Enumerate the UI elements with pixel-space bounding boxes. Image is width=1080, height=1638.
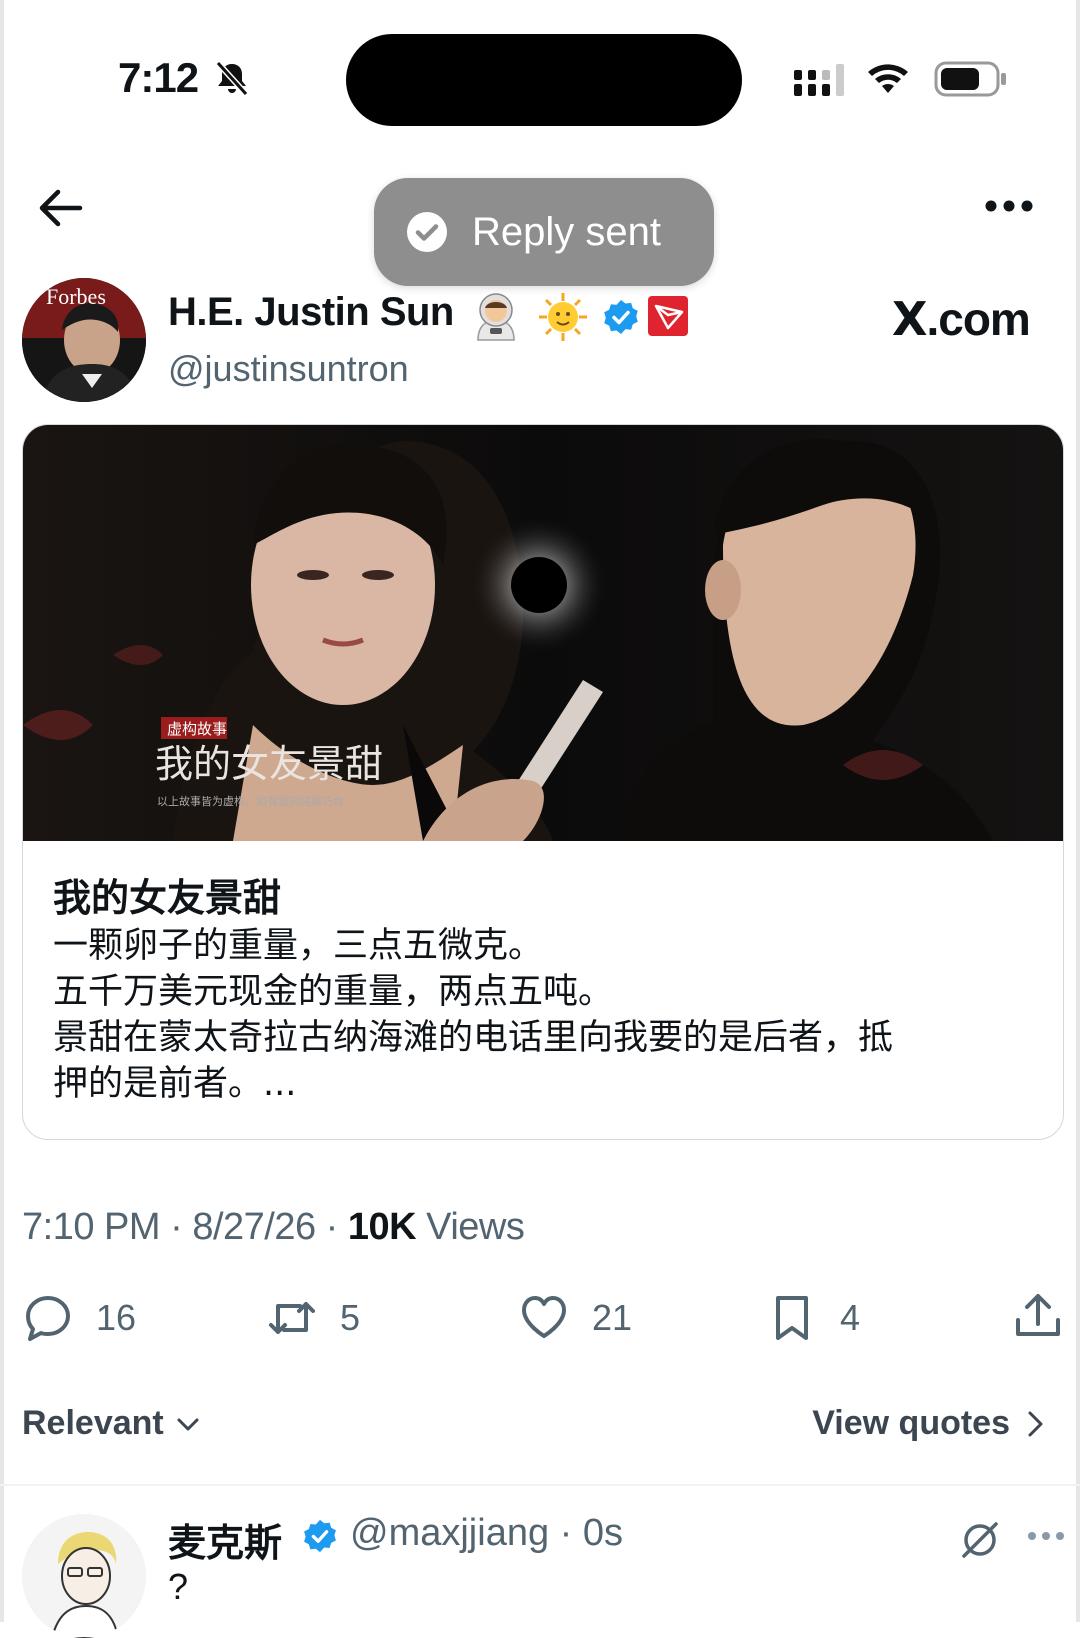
verified-badge-icon (604, 300, 638, 334)
reply-text: ? (168, 1566, 189, 1607)
heart-icon (522, 1296, 566, 1338)
tron-logo-icon (648, 296, 688, 336)
views-count[interactable]: 10K (348, 1206, 417, 1248)
post-date[interactable]: 8/27/26 (192, 1206, 316, 1248)
author-display-name[interactable]: H.E. Justin Sun (168, 290, 454, 335)
view-quotes-link[interactable]: View quotes (812, 1404, 1048, 1443)
verified-badge-icon (304, 1519, 336, 1553)
poster-tag: 虚构故事 (167, 720, 227, 738)
avatar-text: Forbes (46, 284, 106, 309)
card-body-line: 押的是前者。... (53, 1064, 297, 1104)
bell-slash-icon (215, 60, 249, 97)
card-title: 我的女友景甜 (53, 876, 282, 920)
author-handle[interactable]: @justinsuntron (168, 348, 409, 390)
repost-count: 5 (340, 1297, 361, 1338)
card-body: 一颗卵子的重量，三点五微克。 五千万美元现金的重量，两点五吨。 景甜在蒙太奇拉古… (53, 923, 1043, 1107)
link-preview-card[interactable]: 虚构故事 我的女友景甜 以上故事皆为虚构，如有雷同纯属巧合 我的女友景甜 一颗卵… (22, 424, 1064, 1140)
sun-emoji-icon (539, 293, 587, 341)
xcom-watermark: X.com (892, 292, 1031, 346)
author-avatar[interactable]: Forbes (22, 278, 146, 402)
card-image: 虚构故事 我的女友景甜 以上故事皆为虚构，如有雷同纯属巧合 (23, 425, 1063, 841)
reply-sort-dropdown[interactable]: Relevant (22, 1404, 202, 1443)
astronaut-emoji-icon (477, 293, 515, 341)
reply-count: 16 (96, 1297, 137, 1338)
reply-handle[interactable]: @maxjjiang (350, 1512, 549, 1554)
grok-icon[interactable] (958, 1518, 1002, 1562)
status-time: 7:12 (118, 54, 199, 101)
meta-separator: · (160, 1206, 193, 1248)
dynamic-island (346, 34, 742, 126)
post-meta: 7:10 PM · 8/27/26 · 10K Views (22, 1206, 525, 1249)
watermark-x: X (892, 292, 927, 346)
reply-display-name[interactable]: 麦克斯 (168, 1512, 282, 1567)
toast-text: Reply sent (472, 209, 661, 254)
card-body-line: 一颗卵子的重量，三点五微克。 (53, 926, 544, 966)
reply-icon (26, 1296, 70, 1341)
bookmark-button[interactable]: 4 (766, 1290, 860, 1346)
repost-icon (269, 1302, 315, 1334)
card-body-line: 五千万美元现金的重量，两点五吨。 (53, 972, 614, 1012)
card-body-line: 景甜在蒙太奇拉古纳海滩的电话里向我要的是后者，抵 (53, 1018, 894, 1058)
like-count: 21 (592, 1297, 633, 1338)
post-time[interactable]: 7:10 PM (22, 1206, 161, 1248)
reply-avatar-image (22, 1514, 146, 1638)
reply-separator: · (549, 1512, 583, 1554)
chevron-down-icon (177, 1418, 199, 1430)
back-arrow-icon[interactable] (36, 186, 84, 230)
reply-sent-toast: Reply sent (374, 178, 714, 286)
like-button[interactable]: 21 (518, 1290, 632, 1346)
chevron-right-icon (1028, 1411, 1043, 1436)
watermark-suffix: .com (926, 293, 1030, 345)
more-options-icon[interactable] (1026, 1528, 1066, 1544)
sort-label: Relevant (22, 1404, 164, 1442)
views-label: Views (426, 1206, 525, 1248)
more-options-icon[interactable] (984, 196, 1034, 216)
poster-disclaimer: 以上故事皆为虚构，如有雷同纯属巧合 (157, 794, 344, 808)
avatar-image: Forbes (22, 278, 146, 402)
bookmark-icon (776, 1296, 808, 1340)
repost-button[interactable]: 5 (266, 1290, 360, 1346)
frame-edge-left (0, 0, 4, 1622)
poster-title: 我的女友景甜 (155, 742, 383, 786)
reply-button[interactable]: 16 (22, 1290, 136, 1346)
reply-time[interactable]: 0s (583, 1512, 623, 1554)
signal-icon (794, 64, 844, 96)
share-icon[interactable] (1012, 1290, 1064, 1342)
reply-handle-time: @maxjjiang · 0s (350, 1512, 623, 1555)
reply-avatar[interactable] (22, 1514, 146, 1638)
wifi-icon (868, 64, 908, 93)
frame-edge-right (1076, 0, 1080, 1622)
battery-icon (934, 61, 1006, 97)
view-quotes-label: View quotes (812, 1404, 1010, 1442)
meta-separator: · (315, 1206, 348, 1248)
check-circle-icon (407, 212, 447, 252)
divider (0, 1484, 1080, 1486)
bookmark-count: 4 (840, 1297, 861, 1338)
